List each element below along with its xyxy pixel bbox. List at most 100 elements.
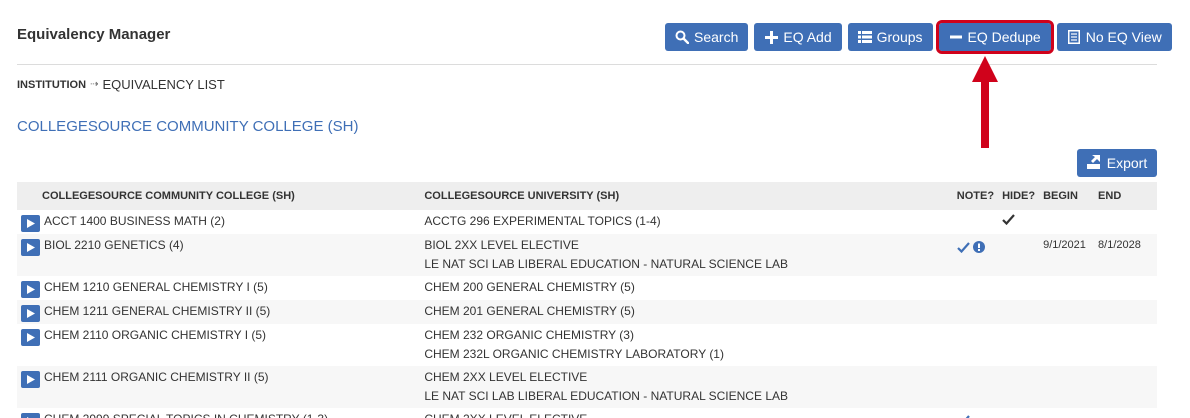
target-course: LE NAT SCI LAB LIBERAL EDUCATION - NATUR… (424, 257, 788, 271)
plus-icon (764, 30, 778, 44)
end-date (1094, 408, 1157, 418)
hide-cell (998, 210, 1039, 234)
note-cell (952, 300, 999, 324)
table-row: CHEM 2111 ORGANIC CHEMISTRY II (5) CHEM … (17, 366, 1157, 408)
target-course: CHEM 201 GENERAL CHEMISTRY (5) (424, 304, 635, 318)
end-date (1094, 276, 1157, 300)
minus-icon (949, 30, 963, 44)
play-icon (26, 309, 35, 318)
begin-date: 9/1/2021 (1039, 234, 1095, 276)
target-course: CHEM 232L ORGANIC CHEMISTRY LABORATORY (… (424, 347, 724, 361)
source-course: BIOL 2210 GENETICS (4) (44, 238, 184, 252)
hide-cell (998, 408, 1039, 418)
source-course: CHEM 2999 SPECIAL TOPICS IN CHEMISTRY (1… (44, 410, 328, 418)
begin-date (1039, 276, 1094, 300)
end-date: 8/1/2028 (1094, 234, 1157, 276)
search-icon (675, 30, 689, 44)
checkmark-icon (1002, 214, 1015, 225)
search-button-label: Search (694, 29, 739, 45)
groups-button-label: Groups (876, 29, 923, 45)
play-icon (26, 375, 35, 384)
expand-row-button[interactable] (21, 413, 40, 418)
checkmark-icon (957, 240, 970, 259)
header-end: END (1094, 182, 1157, 210)
header-begin: BEGIN (1039, 182, 1095, 210)
hide-cell (998, 366, 1040, 408)
note-cell (952, 366, 999, 408)
document-icon (1067, 30, 1081, 44)
header-source: COLLEGESOURCE COMMUNITY COLLEGE (SH) (17, 182, 421, 210)
exclamation-circle-icon[interactable] (972, 240, 985, 259)
source-course: CHEM 2110 ORGANIC CHEMISTRY I (5) (44, 328, 267, 342)
header-note: NOTE? (952, 182, 999, 210)
groups-button[interactable]: Groups (847, 23, 933, 51)
play-icon (26, 333, 35, 342)
begin-date (1039, 408, 1094, 418)
note-cell (952, 234, 999, 276)
eq-dedupe-button[interactable]: EQ Dedupe (935, 20, 1054, 54)
breadcrumb-arrow-icon: ⇢ (90, 79, 99, 90)
hide-cell (998, 300, 1040, 324)
expand-row-button[interactable] (21, 371, 40, 388)
target-course: CHEM 2XX LEVEL ELECTIVE (424, 410, 948, 418)
header-hide: HIDE? (998, 182, 1040, 210)
source-course: CHEM 2111 ORGANIC CHEMISTRY II (5) (44, 370, 269, 384)
no-eq-view-button[interactable]: No EQ View (1056, 23, 1172, 51)
source-course: CHEM 1211 GENERAL CHEMISTRY II (5) (44, 304, 271, 318)
breadcrumb-current: EQUIVALENCY LIST (102, 77, 225, 92)
target-course: ACCTG 296 EXPERIMENTAL TOPICS (1-4) (424, 214, 661, 228)
note-cell (953, 276, 998, 300)
table-row: CHEM 2999 SPECIAL TOPICS IN CHEMISTRY (1… (17, 408, 1157, 418)
export-button[interactable]: Export (1077, 149, 1157, 177)
expand-row-button[interactable] (21, 215, 40, 232)
note-cell (953, 408, 998, 418)
begin-date (1039, 324, 1094, 366)
end-date (1094, 324, 1157, 366)
end-date (1094, 366, 1157, 408)
expand-row-button[interactable] (21, 305, 40, 322)
end-date (1094, 210, 1157, 234)
export-button-label: Export (1106, 155, 1148, 171)
table-row: BIOL 2210 GENETICS (4) BIOL 2XX LEVEL EL… (17, 234, 1157, 276)
institution-title: COLLEGESOURCE COMMUNITY COLLEGE (SH) (17, 118, 359, 135)
hide-cell (998, 234, 1040, 276)
target-course: CHEM 2XX LEVEL ELECTIVE (424, 370, 588, 384)
begin-date (1039, 300, 1095, 324)
begin-date (1039, 210, 1094, 234)
expand-row-button[interactable] (21, 239, 40, 256)
table-row: CHEM 1211 GENERAL CHEMISTRY II (5) CHEM … (17, 300, 1157, 324)
export-icon (1086, 154, 1102, 172)
source-course: CHEM 1210 GENERAL CHEMISTRY I (5) (44, 280, 268, 294)
red-arrow-annotation (972, 56, 998, 148)
search-button[interactable]: Search (665, 23, 749, 51)
play-icon (26, 243, 35, 252)
note-cell (953, 324, 998, 366)
expand-row-button[interactable] (21, 329, 40, 346)
play-icon (26, 219, 35, 228)
eq-dedupe-button-label: EQ Dedupe (967, 29, 1041, 45)
source-course: ACCT 1400 BUSINESS MATH (2) (44, 214, 225, 228)
play-icon (26, 285, 35, 294)
end-date (1094, 300, 1157, 324)
begin-date (1039, 366, 1095, 408)
target-course: LE NAT SCI LAB LIBERAL EDUCATION - NATUR… (424, 389, 788, 403)
hide-cell (998, 324, 1039, 366)
toolbar: Search EQ Add Groups EQ Dedupe No EQ Vie… (665, 20, 1172, 54)
eq-add-button-label: EQ Add (783, 29, 832, 45)
breadcrumb-root[interactable]: INSTITUTION (17, 79, 86, 91)
table-row: CHEM 2110 ORGANIC CHEMISTRY I (5) CHEM 2… (17, 324, 1157, 366)
target-course: CHEM 232 ORGANIC CHEMISTRY (3) (424, 328, 634, 342)
table-header-row: COLLEGESOURCE COMMUNITY COLLEGE (SH) COL… (17, 182, 1157, 210)
header-target: COLLEGESOURCE UNIVERSITY (SH) (420, 182, 953, 210)
equivalency-table: COLLEGESOURCE COMMUNITY COLLEGE (SH) COL… (17, 182, 1157, 418)
table-row: CHEM 1210 GENERAL CHEMISTRY I (5) CHEM 2… (17, 276, 1157, 300)
target-course: CHEM 200 GENERAL CHEMISTRY (5) (424, 280, 635, 294)
eq-add-button[interactable]: EQ Add (754, 23, 842, 51)
breadcrumb: INSTITUTION ⇢ EQUIVALENCY LIST (17, 77, 225, 92)
app-title: Equivalency Manager (17, 26, 171, 43)
no-eq-view-button-label: No EQ View (1085, 29, 1162, 45)
hide-cell (998, 276, 1039, 300)
note-cell (953, 210, 998, 234)
expand-row-button[interactable] (21, 281, 40, 298)
table-row: ACCT 1400 BUSINESS MATH (2) ACCTG 296 EX… (17, 210, 1157, 234)
